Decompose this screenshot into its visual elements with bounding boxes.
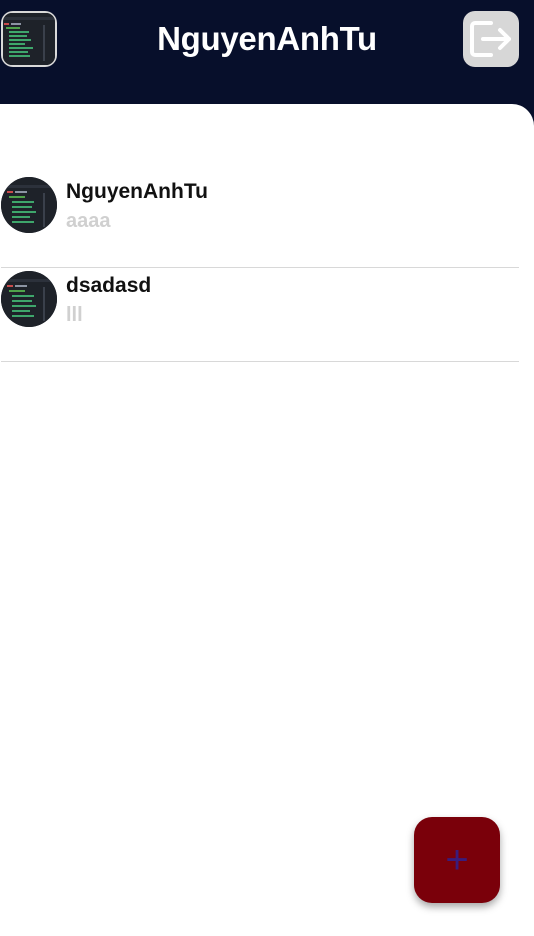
chat-list-panel: NguyenAnhTu aaaa dsadasd lll [0, 104, 534, 936]
header: NguyenAnhTu [0, 0, 534, 104]
avatar [1, 271, 57, 327]
chat-list: NguyenAnhTu aaaa dsadasd lll [1, 174, 519, 362]
app-root: NguyenAnhTu NguyenAnhTu aaaa dsadasd lll… [0, 0, 534, 936]
add-chat-button[interactable]: + [414, 817, 500, 903]
list-item[interactable]: dsadasd lll [1, 268, 519, 362]
chat-name: dsadasd [66, 274, 152, 297]
chat-last-message: aaaa [66, 210, 111, 232]
list-item[interactable]: NguyenAnhTu aaaa [1, 174, 519, 268]
chat-last-message: lll [66, 304, 83, 326]
logout-icon [470, 21, 511, 57]
code-thumbnail-icon [1, 177, 57, 233]
logout-button[interactable] [463, 11, 519, 67]
page-title: NguyenAnhTu [157, 20, 377, 57]
chat-name: NguyenAnhTu [66, 180, 208, 203]
add-icon: + [445, 838, 469, 882]
code-thumbnail-icon [1, 271, 57, 327]
avatar [1, 177, 57, 233]
